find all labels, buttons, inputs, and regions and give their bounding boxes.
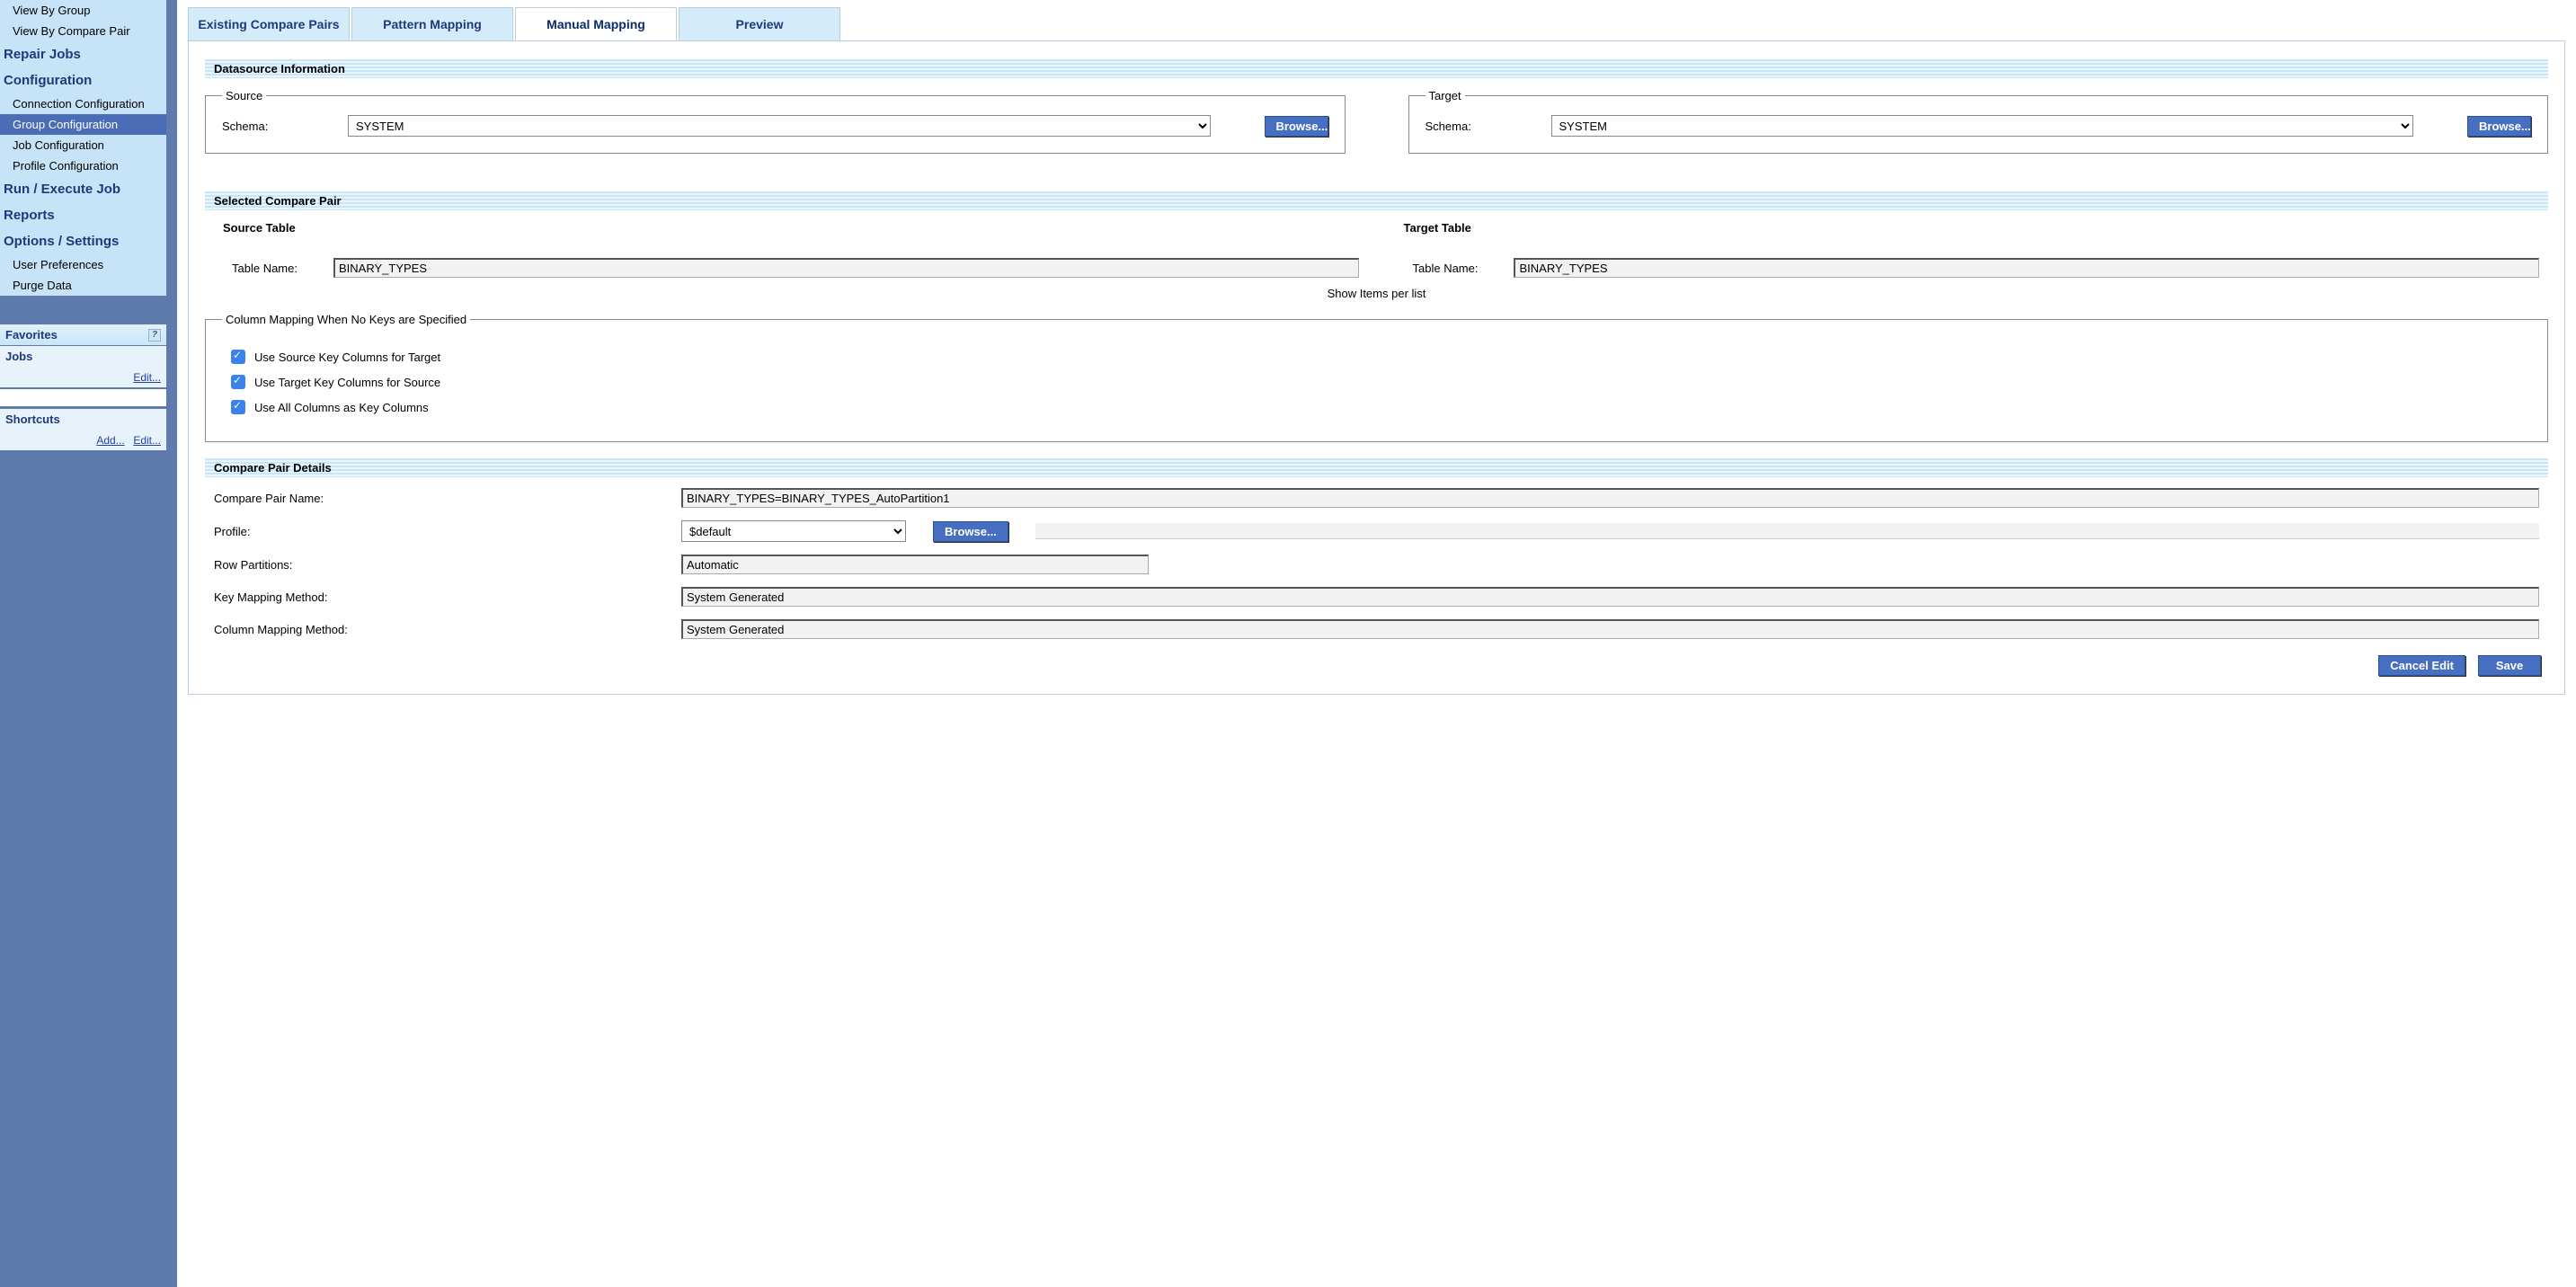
sidebar-item-purge-data[interactable]: Purge Data (0, 275, 166, 296)
sidebar-item-group-configuration[interactable]: Group Configuration (0, 114, 166, 135)
source-browse-button[interactable]: Browse... (1265, 116, 1328, 137)
sidebar-heading-repair-jobs[interactable]: Repair Jobs (0, 41, 166, 67)
column-mapping-label: Column Mapping Method: (214, 623, 681, 636)
tab-bar: Existing Compare Pairs Pattern Mapping M… (188, 7, 2565, 41)
target-fieldset: Target Schema: SYSTEM Browse... (1408, 89, 2549, 154)
save-button[interactable]: Save (2478, 655, 2541, 676)
compare-pair-name-label: Compare Pair Name: (214, 492, 681, 505)
key-mapping-label: Key Mapping Method: (214, 590, 681, 604)
divider (166, 0, 177, 1287)
jobs-edit-link[interactable]: Edit... (133, 371, 161, 384)
sidebar-item-profile-configuration[interactable]: Profile Configuration (0, 155, 166, 176)
checkbox-use-target-key-cols[interactable] (231, 375, 245, 389)
tab-manual-mapping[interactable]: Manual Mapping (515, 7, 677, 40)
source-schema-label: Schema: (222, 120, 294, 133)
compare-pair-name-value: BINARY_TYPES=BINARY_TYPES_AutoPartition1 (681, 488, 2539, 508)
profile-select[interactable]: $default (681, 520, 906, 542)
key-mapping-value: System Generated (681, 587, 2539, 607)
shortcuts-add-link[interactable]: Add... (96, 434, 124, 447)
column-mapping-fieldset: Column Mapping When No Keys are Specifie… (205, 313, 2548, 442)
row-partitions-label: Row Partitions: (214, 558, 681, 572)
target-table-name-label: Table Name: (1413, 262, 1479, 275)
details-section-header: Compare Pair Details (205, 458, 2548, 477)
sidebar: View By Group View By Compare Pair Repai… (0, 0, 166, 1287)
target-table-name-value: BINARY_TYPES (1514, 258, 2539, 278)
compare-pair-section-header: Selected Compare Pair (205, 191, 2548, 210)
tab-preview[interactable]: Preview (679, 7, 840, 40)
show-items-per-list[interactable]: Show Items per list (205, 287, 2548, 300)
checkbox-label-source-key: Use Source Key Columns for Target (254, 351, 440, 364)
sidebar-item-connection-configuration[interactable]: Connection Configuration (0, 93, 166, 114)
row-partitions-value: Automatic (681, 555, 1149, 574)
sidebar-item-user-preferences[interactable]: User Preferences (0, 254, 166, 275)
favorites-heading-label: Favorites (5, 328, 58, 342)
sidebar-heading-reports[interactable]: Reports (0, 202, 166, 228)
main-content: Existing Compare Pairs Pattern Mapping M… (177, 0, 2576, 1287)
jobs-heading: Jobs (0, 346, 166, 367)
sidebar-heading-run-execute[interactable]: Run / Execute Job (0, 176, 166, 202)
sidebar-item-view-by-compare-pair[interactable]: View By Compare Pair (0, 21, 166, 41)
source-legend: Source (222, 89, 266, 102)
cancel-edit-button[interactable]: Cancel Edit (2378, 655, 2465, 676)
sidebar-item-job-configuration[interactable]: Job Configuration (0, 135, 166, 155)
favorites-header: Favorites ? (0, 324, 166, 345)
target-table-heading: Target Table (1395, 221, 2540, 235)
source-table-name-label: Table Name: (232, 262, 298, 275)
target-schema-label: Schema: (1426, 120, 1497, 133)
checkbox-use-source-key-cols[interactable] (231, 350, 245, 364)
tab-pattern-mapping[interactable]: Pattern Mapping (351, 7, 513, 40)
checkbox-use-all-cols[interactable] (231, 400, 245, 414)
sidebar-heading-configuration[interactable]: Configuration (0, 67, 166, 93)
datasource-section-header: Datasource Information (205, 59, 2548, 78)
profile-browse-button[interactable]: Browse... (933, 521, 1008, 542)
source-fieldset: Source Schema: SYSTEM Browse... (205, 89, 1346, 154)
help-icon[interactable]: ? (148, 329, 161, 342)
profile-label: Profile: (214, 525, 681, 538)
sidebar-item-view-by-group[interactable]: View By Group (0, 0, 166, 21)
column-mapping-legend: Column Mapping When No Keys are Specifie… (222, 313, 470, 326)
column-mapping-value: System Generated (681, 619, 2539, 639)
source-table-name-value: BINARY_TYPES (333, 258, 1359, 278)
shortcuts-heading: Shortcuts (0, 407, 166, 430)
sidebar-heading-options[interactable]: Options / Settings (0, 228, 166, 254)
target-browse-button[interactable]: Browse... (2467, 116, 2531, 137)
target-legend: Target (1426, 89, 1465, 102)
checkbox-label-all-cols: Use All Columns as Key Columns (254, 401, 429, 414)
source-table-heading: Source Table (214, 221, 1359, 235)
source-schema-select[interactable]: SYSTEM (348, 115, 1211, 137)
tab-existing-compare-pairs[interactable]: Existing Compare Pairs (188, 7, 350, 40)
shortcuts-edit-link[interactable]: Edit... (133, 434, 161, 447)
checkbox-label-target-key: Use Target Key Columns for Source (254, 376, 440, 389)
target-schema-select[interactable]: SYSTEM (1551, 115, 2414, 137)
